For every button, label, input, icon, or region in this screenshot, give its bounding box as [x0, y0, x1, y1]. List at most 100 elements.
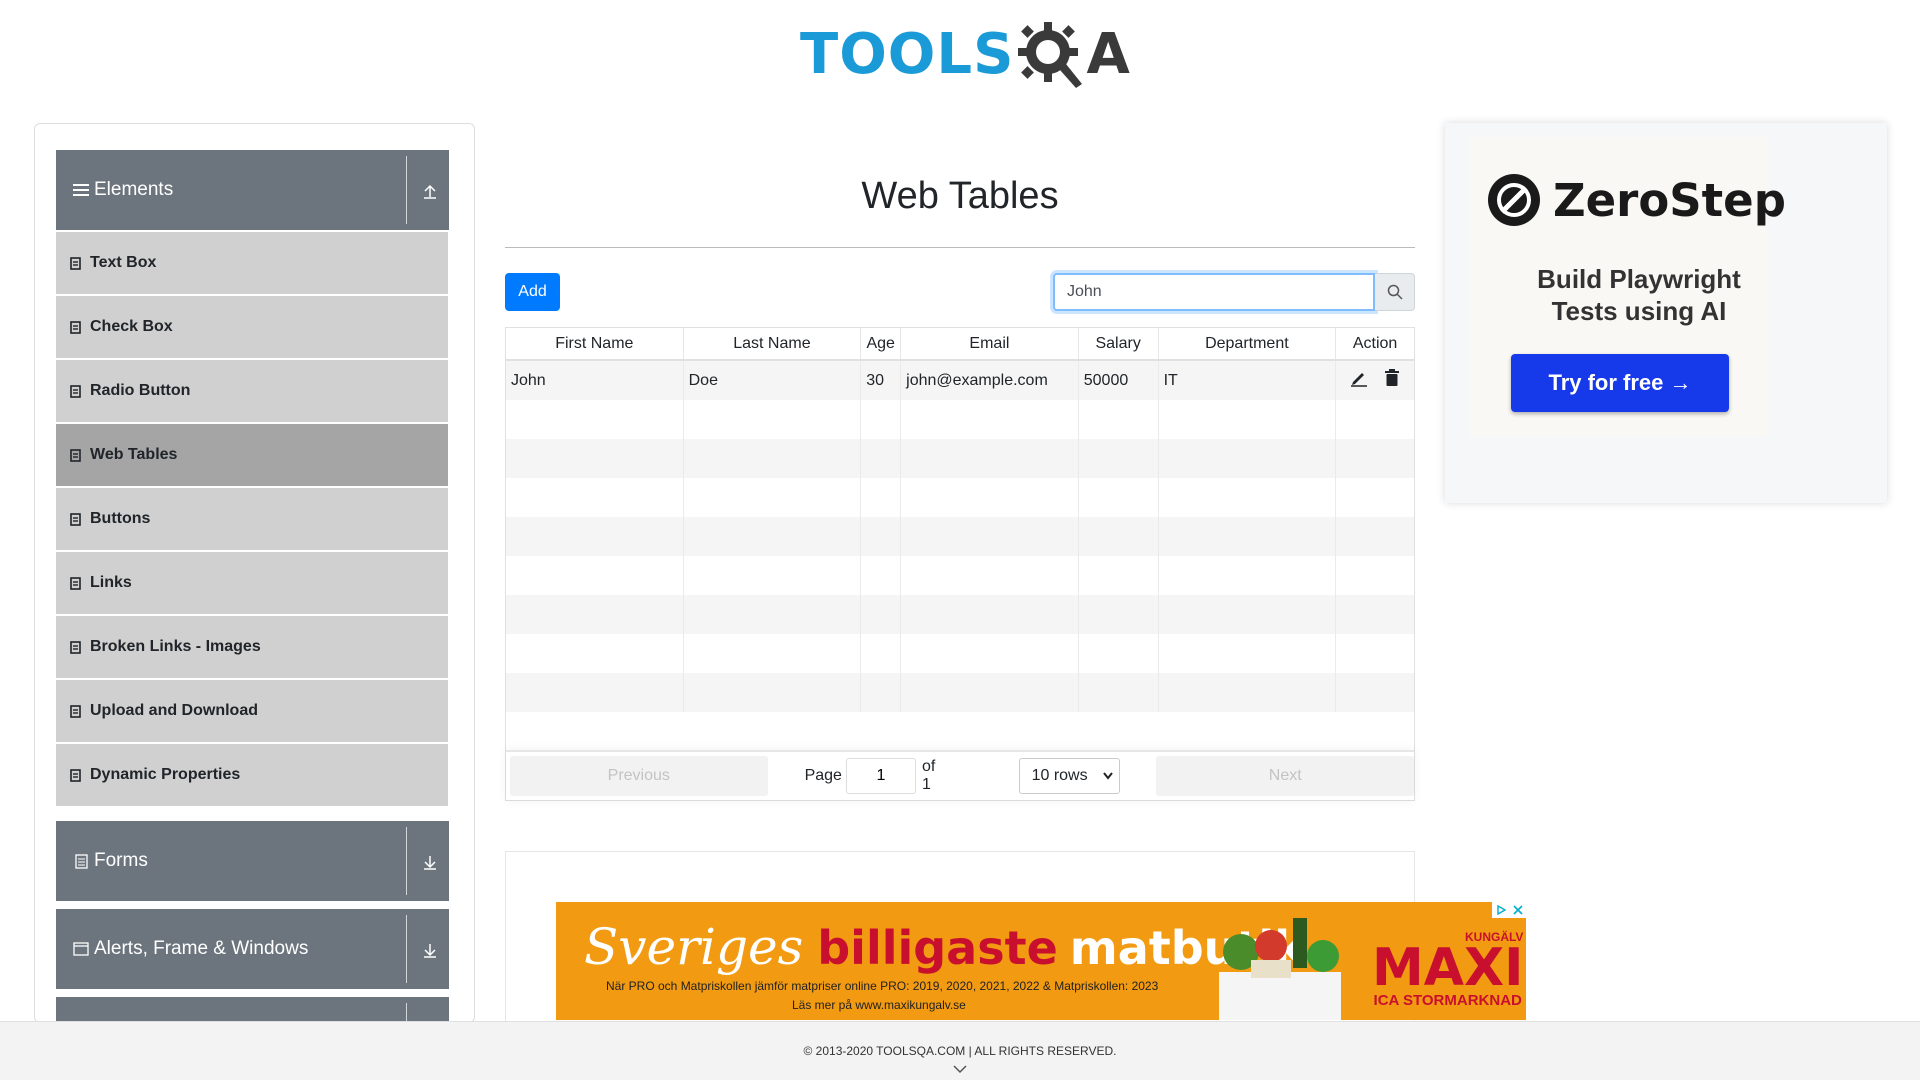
table-row — [506, 673, 1414, 712]
toolsqa-logo[interactable]: TOOLS A — [800, 14, 1130, 94]
maxi-brand: MAXI — [1372, 938, 1524, 998]
table-row: John Doe 30 john@example.com 50000 IT — [506, 361, 1414, 400]
zerostep-brand: ZeroStep — [1553, 173, 1786, 227]
logo-text-tools: TOOLS — [800, 21, 1015, 87]
sidebar-group-alerts-frame-windows[interactable]: Alerts, Frame & Windows — [56, 909, 449, 989]
ad-tagline-line1: Build Playwright — [1537, 264, 1741, 294]
cell-action — [1336, 361, 1414, 400]
table-header: First Name Last Name Age Email Salary De… — [506, 328, 1414, 361]
cell-department: IT — [1159, 361, 1337, 400]
document-icon — [70, 384, 82, 398]
gear-magnifier-icon — [1018, 22, 1083, 88]
banner-subtext: När PRO och Matpriskollen jämför matpris… — [606, 979, 1159, 993]
zerostep-ad[interactable]: ZeroStep Build Playwright Tests using AI… — [1445, 123, 1887, 503]
rows-per-page-value: 10 rows — [1031, 767, 1088, 784]
window-icon — [72, 940, 90, 958]
maxi-sub: ICA STORMARKNAD — [1373, 992, 1522, 1009]
sidebar: Elements Text Box Check Box Radio Button… — [34, 123, 475, 1023]
sidebar-item-links[interactable]: Links — [56, 552, 448, 614]
sidebar-group-label: Alerts, Frame & Windows — [94, 938, 309, 959]
logo-qa-mark: A — [1014, 18, 1130, 90]
cell-salary: 50000 — [1079, 361, 1159, 400]
divider — [406, 915, 407, 983]
zerostep-logo: ZeroStep — [1487, 173, 1786, 227]
sidebar-item-upload-and-download[interactable]: Upload and Download — [56, 680, 448, 742]
web-table: First Name Last Name Age Email Salary De… — [505, 327, 1415, 801]
grocery-bag-image — [1219, 918, 1341, 1020]
sidebar-item-label: Radio Button — [90, 382, 191, 399]
ad-choices-icon[interactable] — [1492, 902, 1509, 918]
copyright-text: © 2013-2020 TOOLSQA.COM | ALL RIGHTS RES… — [803, 1044, 1117, 1058]
sidebar-item-label: Web Tables — [90, 446, 178, 463]
total-pages-label: of 1 — [921, 758, 936, 793]
sidebar-item-label: Buttons — [90, 510, 151, 527]
sidebar-group-partial[interactable] — [56, 997, 449, 1022]
ad-card: ZeroStep Build Playwright Tests using AI… — [1469, 137, 1786, 437]
banner-headline-script: Sveriges — [584, 918, 804, 976]
page-title: Web Tables — [861, 175, 1059, 217]
rows-per-page-select[interactable]: 10 rows — [1018, 758, 1121, 794]
document-icon — [70, 704, 82, 718]
expand-arrow-icon[interactable] — [419, 939, 441, 961]
column-header-age[interactable]: Age — [861, 328, 902, 359]
sidebar-item-radio-button[interactable]: Radio Button — [56, 360, 448, 422]
sidebar-item-buttons[interactable]: Buttons — [56, 488, 448, 550]
divider — [406, 827, 407, 895]
document-icon — [70, 640, 82, 654]
page-number-input[interactable] — [845, 758, 916, 794]
try-for-free-button[interactable]: Try for free → — [1511, 354, 1729, 412]
divider — [406, 156, 407, 224]
maxi-banner-ad[interactable]: Sveriges billigaste matbutik När PRO och… — [556, 902, 1526, 1020]
column-header-last-name[interactable]: Last Name — [684, 328, 862, 359]
table-row — [506, 634, 1414, 673]
column-header-department[interactable]: Department — [1159, 328, 1337, 359]
column-header-email[interactable]: Email — [901, 328, 1079, 359]
column-header-action[interactable]: Action — [1336, 328, 1414, 359]
divider — [505, 247, 1415, 248]
form-icon — [72, 852, 90, 870]
sidebar-item-label: Text Box — [90, 254, 157, 271]
sidebar-item-label: Upload and Download — [90, 702, 258, 719]
sidebar-item-broken-links-images[interactable]: Broken Links - Images — [56, 616, 448, 678]
ad-choices — [1492, 902, 1526, 918]
sidebar-item-label: Check Box — [90, 318, 173, 335]
collapse-arrow-icon[interactable] — [419, 180, 441, 202]
table-row — [506, 439, 1414, 478]
column-header-first-name[interactable]: First Name — [506, 328, 684, 359]
table-row — [506, 517, 1414, 556]
next-button[interactable]: Next — [1156, 756, 1414, 796]
sidebar-group-elements[interactable]: Elements — [56, 150, 449, 230]
cell-email: john@example.com — [901, 361, 1079, 400]
sidebar-group-forms[interactable]: Forms — [56, 821, 449, 901]
search-input[interactable] — [1053, 273, 1376, 311]
ad-tagline-line2: Tests using AI — [1551, 296, 1727, 326]
search-box — [1053, 273, 1415, 311]
ad-close-icon[interactable] — [1509, 902, 1526, 918]
expand-arrow-icon[interactable] — [419, 851, 441, 873]
table-row — [506, 400, 1414, 439]
sidebar-group-label: Forms — [94, 850, 148, 871]
sidebar-item-label: Links — [90, 574, 132, 591]
delete-trash-icon[interactable] — [1384, 369, 1400, 392]
sidebar-item-label: Broken Links - Images — [90, 638, 261, 655]
table-row — [506, 556, 1414, 595]
table-row — [506, 595, 1414, 634]
document-icon — [70, 576, 82, 590]
banner-headline: Sveriges billigaste matbutik — [584, 918, 1305, 976]
document-icon — [70, 448, 82, 462]
sidebar-item-text-box[interactable]: Text Box — [56, 232, 448, 294]
banner-link-text: Läs mer på www.maxikungalv.se — [792, 998, 966, 1012]
edit-pencil-icon[interactable] — [1350, 369, 1368, 392]
banner-headline-red: billigaste — [817, 921, 1058, 975]
add-button[interactable]: Add — [505, 273, 560, 311]
previous-button[interactable]: Previous — [510, 756, 768, 796]
sidebar-item-web-tables[interactable]: Web Tables — [56, 424, 448, 486]
chevron-down-icon[interactable] — [952, 1064, 968, 1074]
chevron-down-icon — [1103, 772, 1114, 780]
sidebar-item-check-box[interactable]: Check Box — [56, 296, 448, 358]
search-icon[interactable] — [1375, 273, 1415, 311]
sidebar-group-label: Elements — [94, 179, 174, 200]
cell-last-name: Doe — [684, 361, 862, 400]
column-header-salary[interactable]: Salary — [1079, 328, 1159, 359]
sidebar-item-dynamic-properties[interactable]: Dynamic Properties — [56, 744, 448, 806]
